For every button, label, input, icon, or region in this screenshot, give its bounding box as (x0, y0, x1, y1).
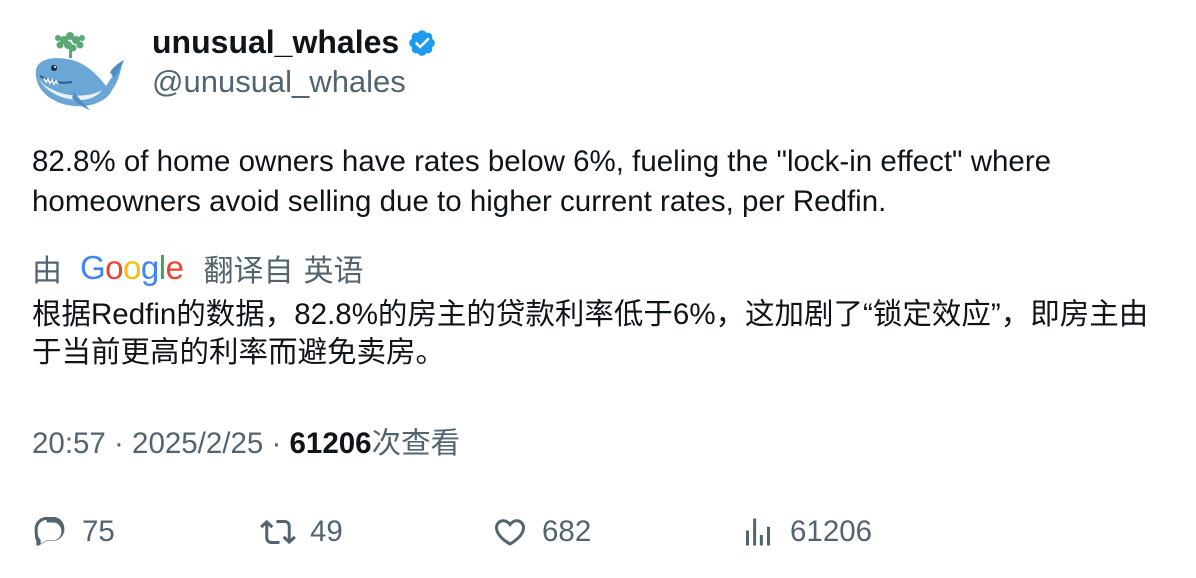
translation-from-label: 翻译自 (203, 255, 294, 288)
retweet-count: 49 (310, 515, 343, 548)
tweet-date[interactable]: 2025/2/25 (132, 427, 263, 460)
author-display-name[interactable]: unusual_whales (152, 22, 399, 62)
retweet-icon (260, 519, 296, 545)
views-action-count: 61206 (790, 515, 873, 548)
tweet-time[interactable]: 20:57 (32, 427, 106, 460)
translation-by-label: 由 (32, 255, 62, 288)
translation-attribution: 由 Google 翻译自 英语 (32, 248, 363, 288)
translation-language: 英语 (303, 255, 364, 288)
tweet-meta: 20:57 · 2025/2/25 · 61206次查看 (32, 424, 460, 464)
meta-separator: · (263, 427, 290, 460)
retweet-button[interactable]: 49 (260, 510, 343, 554)
author-display-name-row[interactable]: unusual_whales (152, 22, 437, 62)
avatar[interactable] (30, 26, 126, 114)
whale-avatar-icon (35, 32, 124, 110)
verified-badge-icon[interactable] (407, 27, 437, 57)
like-button[interactable]: 682 (492, 510, 591, 554)
like-count: 682 (542, 515, 592, 548)
reply-button[interactable]: 75 (32, 510, 115, 554)
action-bar: 75 49 682 61206 (32, 510, 1172, 554)
reply-icon (34, 517, 65, 546)
meta-separator: · (105, 427, 133, 460)
google-logo[interactable]: Google (80, 249, 184, 287)
translated-text: 根据Redfin的数据，82.8%的房主的贷款利率低于6%，这加剧了“锁定效应”… (32, 298, 1149, 369)
views-button[interactable]: 61206 (740, 510, 872, 554)
author-block: unusual_whales @unusual_whales (152, 22, 437, 102)
views-count: 61206 (289, 427, 372, 460)
heart-icon (494, 519, 526, 546)
reply-count: 75 (82, 515, 115, 548)
views-label: 次查看 (371, 427, 461, 460)
author-handle[interactable]: @unusual_whales (152, 62, 437, 102)
tweet-text: 82.8% of home owners have rates below 6%… (32, 145, 1052, 218)
views-chart-icon (746, 518, 770, 546)
